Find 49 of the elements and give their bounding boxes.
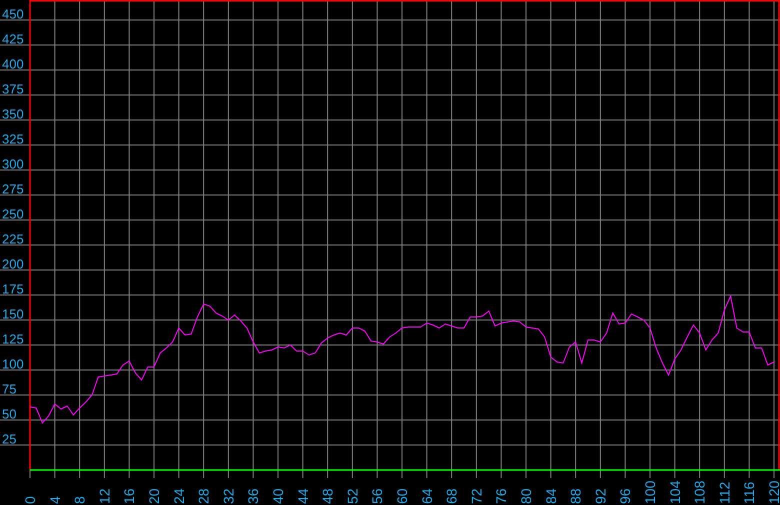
y-tick-label: 125 — [2, 332, 24, 346]
x-tick-label: 120 — [766, 480, 780, 504]
x-tick-label: 68 — [444, 488, 460, 504]
x-tick-label: 80 — [518, 488, 534, 504]
y-tick-label: 300 — [2, 156, 24, 172]
x-tick-label: 40 — [270, 488, 286, 504]
x-tick-label: 44 — [294, 488, 311, 504]
x-tick-label: 28 — [196, 488, 212, 504]
x-tick-label: 60 — [394, 488, 410, 504]
y-tick-label: 225 — [2, 232, 24, 246]
x-tick-label: 76 — [493, 488, 510, 504]
y-tick-label: 425 — [2, 32, 24, 46]
y-tick-label: 75 — [2, 382, 16, 396]
x-tick-label: 8 — [72, 496, 88, 504]
x-tick-label: 104 — [666, 480, 683, 504]
x-tick-label: 100 — [642, 480, 658, 504]
x-tick-label: 112 — [716, 482, 732, 504]
y-tick-label: 50 — [2, 406, 16, 422]
x-tick-label: 32 — [220, 488, 236, 504]
x-tick-label: 84 — [542, 488, 559, 504]
x-tick-label: 52 — [344, 488, 360, 504]
y-tick-label: 350 — [2, 106, 24, 122]
y-tick-label: 275 — [2, 182, 24, 196]
y-tick-label: 200 — [2, 256, 24, 272]
x-tick-label: 24 — [170, 488, 187, 504]
y-tick-label: 450 — [2, 6, 24, 22]
x-tick-label: 0 — [22, 496, 38, 504]
y-tick-label: 400 — [2, 56, 24, 72]
x-tick-label: 4 — [46, 496, 63, 504]
x-tick-label: 16 — [121, 488, 138, 504]
y-tick-label: 100 — [2, 356, 24, 372]
y-tick-label: 375 — [2, 82, 24, 96]
y-tick-label: 150 — [2, 306, 24, 322]
x-tick-label: 20 — [146, 488, 162, 504]
y-tick-label: 25 — [2, 432, 16, 446]
x-tick-label: 116 — [741, 482, 758, 504]
x-tick-label: 88 — [568, 488, 584, 504]
y-tick-label: 325 — [2, 132, 24, 146]
x-tick-label: 96 — [617, 488, 634, 504]
x-tick-label: 92 — [592, 488, 608, 504]
x-tick-label: 12 — [96, 488, 112, 504]
x-tick-label: 36 — [245, 488, 262, 504]
x-tick-label: 72 — [468, 488, 484, 504]
x-tick-label: 48 — [320, 488, 336, 504]
x-tick-label: 64 — [418, 488, 435, 504]
x-tick-label: 56 — [369, 488, 386, 504]
y-tick-label: 175 — [2, 282, 24, 296]
x-tick-label: 108 — [692, 480, 708, 504]
y-tick-label: 250 — [2, 206, 24, 222]
